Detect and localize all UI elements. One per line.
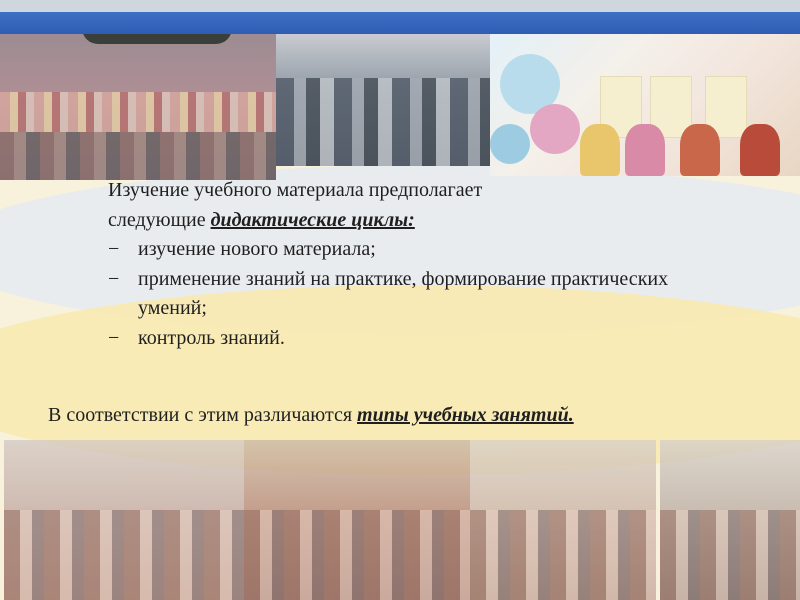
photo-crowd	[4, 510, 244, 600]
craft-toy	[625, 124, 665, 176]
blue-header-band	[0, 12, 800, 34]
lesson-types-term: типы учебных занятий.	[357, 404, 574, 426]
photo-crowd	[470, 510, 656, 600]
footer-prefix: В соответствии с этим различаются	[48, 404, 358, 426]
craft-toy	[740, 124, 780, 176]
paper-pinwheel	[530, 104, 580, 154]
photo-children-raising-hands	[4, 440, 244, 600]
list-item: применение знаний на практике, формирова…	[108, 265, 708, 324]
craft-toy	[580, 124, 620, 176]
list-item: изучение нового материала;	[108, 235, 708, 265]
photo-concert-tree	[82, 34, 232, 44]
photo-concert-choir	[0, 92, 276, 132]
main-text: Изучение учебного материала предполагает…	[108, 176, 708, 353]
didactic-cycles-term: дидактические циклы:	[210, 208, 415, 231]
photo-group	[660, 440, 800, 600]
paper-pinwheel	[490, 124, 530, 164]
intro-line-1: Изучение учебного материала предполагает	[108, 179, 483, 201]
photo-classroom	[276, 34, 490, 166]
photo-crafts	[490, 34, 800, 176]
top-strip	[0, 0, 800, 12]
photo-concert	[0, 34, 276, 180]
photo-game	[470, 440, 656, 600]
list-item: контроль знаний.	[108, 324, 708, 354]
cycles-list: изучение нового материала; применение зн…	[108, 235, 708, 353]
intro-line-2-prefix: следующие	[108, 208, 211, 231]
photo-crowd	[244, 510, 470, 600]
craft-toy	[680, 124, 720, 176]
slide: Изучение учебного материала предполагает…	[0, 0, 800, 600]
footer-text: В соответствии с этим различаются типы у…	[48, 401, 574, 431]
photo-classroom-students	[276, 78, 490, 166]
photo-crowd	[660, 510, 800, 600]
intro-line-2: следующие дидактические циклы:	[108, 206, 708, 236]
photo-concert-audience	[0, 132, 276, 180]
photo-celebration	[244, 440, 470, 600]
